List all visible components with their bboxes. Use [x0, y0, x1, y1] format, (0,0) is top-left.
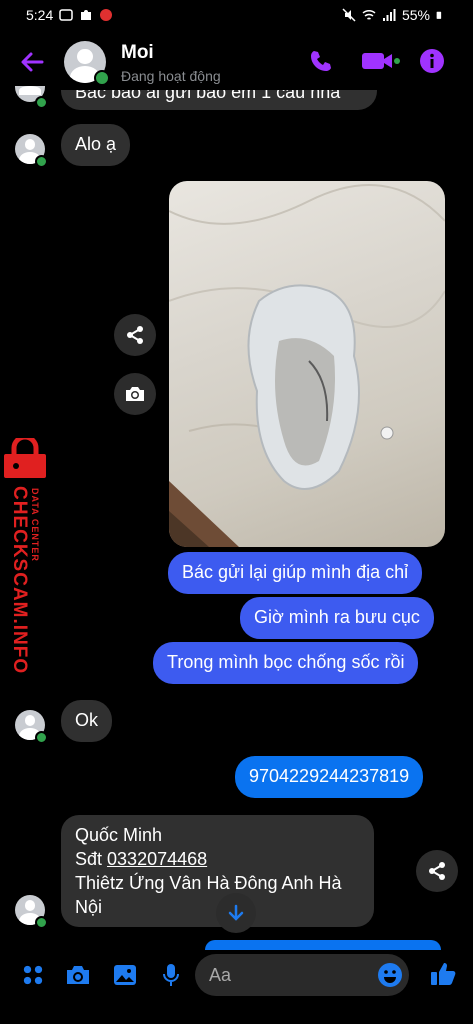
message-text: Giờ mình ra bưu cục [254, 607, 420, 627]
message-bubble-sent[interactable]: 9704229244237819 [235, 756, 424, 798]
photo-content [169, 184, 445, 547]
share-icon [127, 326, 143, 344]
back-arrow-icon[interactable] [18, 48, 46, 76]
status-time: 5:24 [26, 7, 54, 23]
info-icon[interactable] [419, 48, 445, 74]
arrow-down-icon [228, 904, 244, 921]
video-call-icon[interactable] [360, 48, 400, 74]
gallery-icon[interactable] [113, 964, 137, 986]
phone-number-link[interactable]: 0332074468 [107, 849, 207, 869]
battery-icon [436, 11, 442, 19]
online-indicator [35, 155, 48, 168]
online-indicator [35, 916, 48, 929]
address-name: Quốc Minh [75, 825, 163, 845]
more-actions-icon[interactable] [22, 964, 44, 986]
like-thumb-icon[interactable] [430, 961, 456, 987]
watermark-brand: CHECKSCAM.INFO [9, 486, 30, 675]
online-indicator [35, 731, 48, 744]
message-bubble-sent[interactable]: Giờ mình ra bưu cục [240, 597, 434, 639]
message-text: 9704229244237819 [249, 766, 410, 786]
watermark-subtitle: DATA CENTER [30, 488, 40, 562]
online-indicator [94, 70, 110, 86]
share-button[interactable] [416, 850, 458, 892]
message-text: Ok [75, 710, 99, 730]
microphone-icon[interactable] [162, 963, 180, 987]
contact-status: Đang hoạt động [121, 68, 221, 84]
message-composer [0, 950, 473, 1024]
message-bubble-received[interactable]: Ok [61, 700, 113, 742]
shared-photo[interactable] [169, 181, 445, 547]
contact-name[interactable]: Moi [121, 42, 154, 64]
puzzle-icon [81, 10, 92, 20]
message-text: Bác gửi lại giúp mình địa chỉ [182, 562, 409, 582]
address-line: Thiêtz Ứng Vân Hà Đông Anh Hà [75, 873, 342, 893]
share-button[interactable] [114, 314, 156, 356]
online-indicator [35, 96, 48, 109]
lock-icon [4, 434, 46, 478]
message-text: Alo ạ [75, 134, 117, 154]
camera-icon [126, 387, 144, 401]
chat-header: Moi Đang hoạt động [0, 34, 473, 90]
emoji-icon[interactable] [377, 962, 403, 988]
message-bubble-sent[interactable]: Trong mình bọc chống sốc rồi [153, 642, 419, 684]
screenshot-icon [59, 9, 73, 21]
notification-app-icon [100, 9, 113, 21]
camera-share-button[interactable] [114, 373, 156, 415]
message-bubble-sent-partial [205, 940, 441, 950]
message-bubble-received[interactable]: Alo ạ [61, 124, 131, 166]
battery-percent: 55% [401, 7, 430, 23]
message-bubble-sent[interactable]: Bác gửi lại giúp mình địa chỉ [168, 552, 423, 594]
checkscam-watermark: CHECKSCAM.INFO DATA CENTER [0, 434, 52, 675]
camera-icon[interactable] [65, 964, 91, 986]
message-text: Trong mình bọc chống sốc rồi [167, 652, 405, 672]
scroll-down-button[interactable] [216, 893, 256, 933]
phone-label: Sđt [75, 849, 108, 869]
mute-icon [342, 8, 356, 22]
share-icon [429, 862, 445, 880]
address-phone-row: Sđt 0332074468 [75, 847, 360, 871]
signal-icon [382, 9, 396, 21]
status-bar: 5:24 55% [0, 0, 473, 30]
wifi-icon [362, 9, 376, 20]
phone-icon[interactable] [308, 48, 334, 74]
